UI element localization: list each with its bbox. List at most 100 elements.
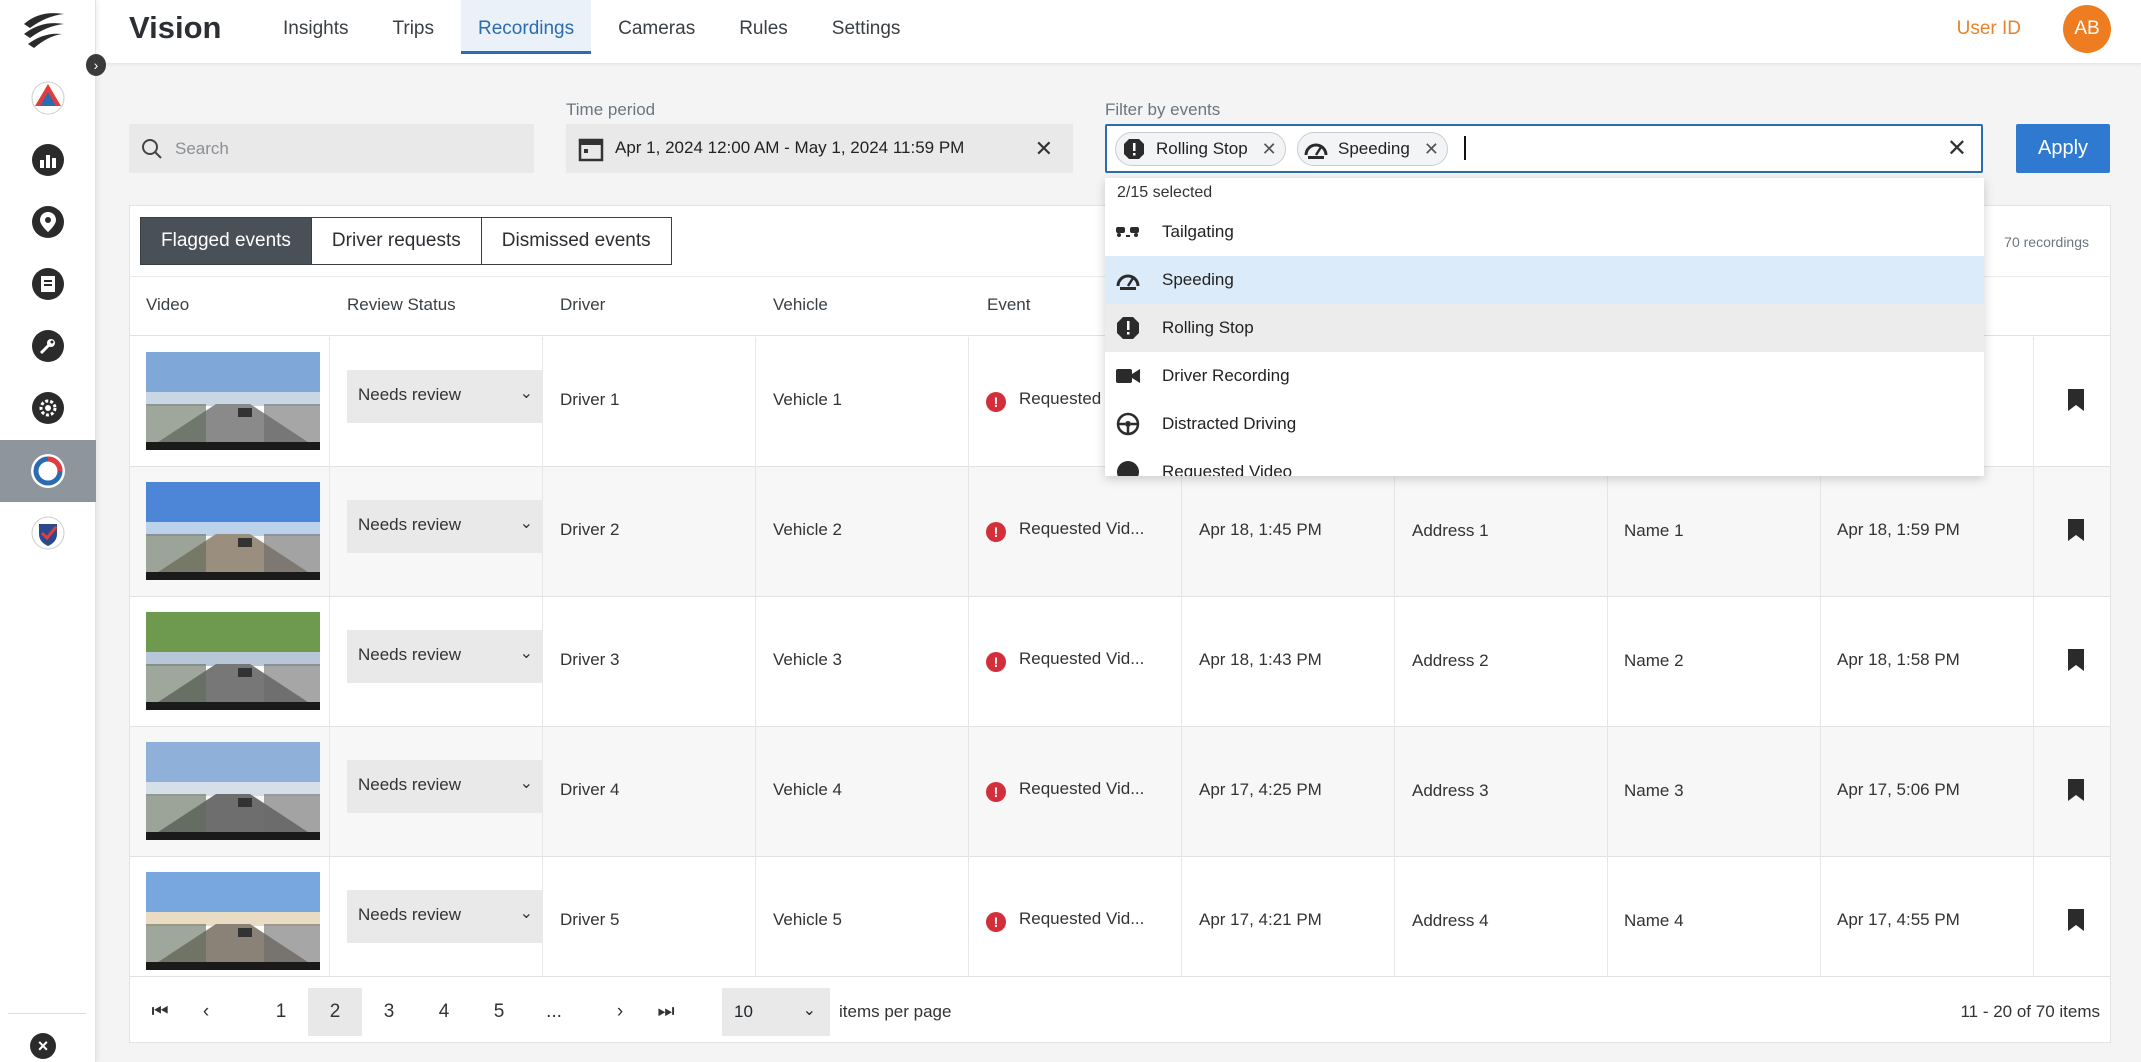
vehicle-name[interactable]: Vehicle 4 — [773, 780, 842, 800]
review-status-select[interactable]: Needs review ⌄ — [347, 370, 543, 423]
event-cell: ! Requested Vid... — [969, 857, 1182, 987]
tab-settings[interactable]: Settings — [815, 0, 918, 54]
event-time: Apr 18, 1:43 PM — [1199, 650, 1322, 669]
shield-check-icon — [31, 516, 65, 550]
page-button[interactable]: 5 — [472, 988, 526, 1036]
vehicle-name[interactable]: Vehicle 5 — [773, 910, 842, 930]
tab-flagged-events[interactable]: Flagged events — [140, 217, 312, 265]
vehicle-name[interactable]: Vehicle 2 — [773, 520, 842, 540]
page-ellipsis[interactable]: ... — [527, 988, 581, 1036]
clear-events-icon[interactable]: ✕ — [1947, 134, 1967, 163]
vision-app-icon — [31, 454, 65, 488]
alert-icon: ! — [986, 522, 1006, 542]
table-row[interactable]: Needs review ⌄ Driver 3 Vehicle 3! Requested… — [130, 597, 2110, 727]
brand-logo-icon[interactable] — [20, 6, 68, 52]
bookmark-icon[interactable] — [2068, 389, 2084, 411]
location-pin-icon — [32, 206, 64, 238]
time-period-label: Time period — [566, 100, 656, 119]
vehicle-name[interactable]: Vehicle 3 — [773, 650, 842, 670]
driver-name[interactable]: Driver 4 — [560, 780, 620, 800]
option-driver-recording[interactable]: Driver Recording — [1105, 352, 1984, 400]
driver-name[interactable]: Driver 2 — [560, 520, 620, 540]
prev-page-icon[interactable]: ‹ — [186, 988, 226, 1036]
tab-insights[interactable]: Insights — [266, 0, 365, 54]
apply-button[interactable]: Apply — [2016, 124, 2110, 173]
table-row[interactable]: Needs review ⌄ Driver 5 Vehicle 5 ! Requested… — [130, 857, 2110, 987]
sidebar-item-maintenance[interactable] — [0, 315, 96, 377]
event-cell: ! Requested Vid... — [969, 727, 1182, 857]
chevron-down-icon: ⌄ — [519, 645, 533, 662]
event-filter-input[interactable]: Rolling Stop ✕ Speeding ✕ ✕ — [1105, 124, 1983, 173]
video-thumbnail[interactable] — [146, 742, 320, 840]
event-time-cell: Apr 17, 4:21 PM — [1182, 857, 1395, 987]
driver-name[interactable]: Driver 1 — [560, 390, 620, 410]
items-per-page-select[interactable]: 10 ⌄ — [722, 988, 830, 1036]
sidebar-item-documents[interactable] — [0, 253, 96, 315]
review-status-select[interactable]: Needs review ⌄ — [347, 760, 543, 813]
page-button[interactable]: 4 — [417, 988, 471, 1036]
search-field[interactable] — [129, 124, 534, 173]
review-status-select[interactable]: Needs review ⌄ — [347, 890, 543, 943]
option-tailgating[interactable]: Tailgating — [1105, 208, 1984, 256]
first-page-icon[interactable]: ⏮ — [140, 988, 180, 1036]
time-period-field[interactable]: Apr 1, 2024 12:00 AM - May 1, 2024 11:59… — [566, 124, 1073, 173]
driver-name[interactable]: Driver 3 — [560, 650, 620, 670]
sidebar-item-compliance[interactable] — [0, 502, 96, 564]
column-header[interactable]: Review Status — [347, 295, 456, 315]
sidebar-item-vision[interactable] — [0, 440, 96, 502]
review-status-cell: Needs review ⌄ — [330, 597, 543, 727]
video-thumbnail[interactable] — [146, 352, 320, 450]
remove-chip-icon[interactable]: ✕ — [1262, 139, 1277, 160]
vehicle-name[interactable]: Vehicle 1 — [773, 390, 842, 410]
page-button[interactable]: 2 — [308, 988, 362, 1036]
sidebar-item-insights-app[interactable] — [0, 67, 96, 129]
sidebar-item-settings[interactable] — [0, 377, 96, 439]
tab-cameras[interactable]: Cameras — [601, 0, 712, 54]
option-distracted-driving[interactable]: Distracted Driving — [1105, 400, 1984, 448]
table-row[interactable]: Needs review ⌄ Driver 4 Vehicle 4 ! Requested… — [130, 727, 2110, 857]
sidebar-item-dashboard[interactable] — [0, 129, 96, 191]
name-cell: Name 1 — [1608, 467, 1821, 597]
column-header[interactable]: Driver — [560, 295, 605, 315]
bookmark-icon[interactable] — [2068, 519, 2084, 541]
last-page-icon[interactable]: ⏭ — [646, 988, 686, 1036]
tab-recordings[interactable]: Recordings — [461, 0, 592, 54]
option-requested-video[interactable]: Requested Video — [1105, 448, 1984, 476]
search-input[interactable] — [175, 134, 515, 164]
next-page-icon[interactable]: › — [600, 988, 640, 1036]
video-thumbnail[interactable] — [146, 482, 320, 580]
top-bar: Vision Insights Trips Recordings Cameras… — [96, 0, 2141, 64]
chip-speeding[interactable]: Speeding ✕ — [1297, 132, 1448, 166]
tab-dismissed-events[interactable]: Dismissed events — [481, 217, 672, 265]
bookmark-icon[interactable] — [2068, 779, 2084, 801]
column-header[interactable]: Video — [146, 295, 189, 315]
sidebar-item-map[interactable] — [0, 191, 96, 253]
close-icon[interactable]: × — [30, 1033, 56, 1059]
video-thumbnail[interactable] — [146, 872, 320, 970]
user-id-label[interactable]: User ID — [1957, 18, 2021, 40]
chip-rolling-stop[interactable]: Rolling Stop ✕ — [1115, 132, 1286, 166]
column-header[interactable]: Vehicle — [773, 295, 828, 315]
review-status-select[interactable]: Needs review ⌄ — [347, 500, 543, 553]
remove-chip-icon[interactable]: ✕ — [1424, 139, 1439, 160]
option-speeding[interactable]: Speeding — [1105, 256, 1984, 304]
tab-rules[interactable]: Rules — [722, 0, 805, 54]
column-header[interactable]: Event — [987, 295, 1030, 315]
bookmark-icon[interactable] — [2068, 909, 2084, 931]
event-type: Requested Vid... — [1019, 779, 1145, 798]
driver-cell: Driver 3 — [543, 597, 756, 727]
bookmark-icon[interactable] — [2068, 649, 2084, 671]
review-status-select[interactable]: Needs review ⌄ — [347, 630, 543, 683]
driver-name[interactable]: Driver 5 — [560, 910, 620, 930]
avatar[interactable]: AB — [2063, 5, 2111, 53]
clear-date-icon[interactable]: ✕ — [1035, 136, 1053, 162]
video-thumbnail[interactable] — [146, 612, 320, 710]
page-button[interactable]: 3 — [362, 988, 416, 1036]
address-cell: Address 2 — [1395, 597, 1608, 727]
option-rolling-stop[interactable]: Rolling Stop — [1105, 304, 1984, 352]
end-time-cell: Apr 18, 1:59 PM — [1821, 467, 2034, 597]
table-row[interactable]: Needs review ⌄ Driver 2 Vehicle 2! Requested… — [130, 467, 2110, 597]
page-button[interactable]: 1 — [254, 988, 308, 1036]
tab-trips[interactable]: Trips — [375, 0, 451, 54]
tab-driver-requests[interactable]: Driver requests — [311, 217, 482, 265]
